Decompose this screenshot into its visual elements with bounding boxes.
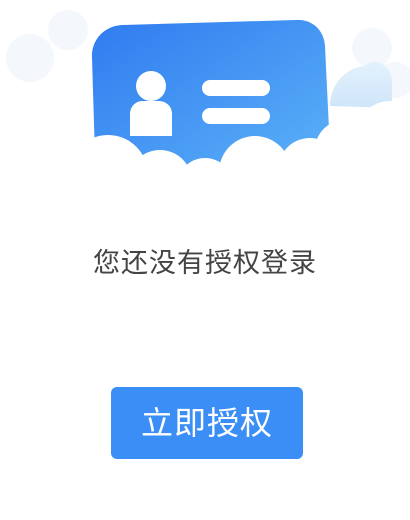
user-body-icon: [130, 101, 172, 136]
user-head-icon: [136, 71, 166, 101]
id-card-cloud-illustration: [0, 10, 410, 200]
not-authorized-message: 您还没有授权登录: [93, 248, 317, 279]
auth-prompt-page: 您还没有授权登录 立即授权: [0, 0, 410, 520]
card-line-2: [202, 108, 270, 124]
side-cloud: [330, 61, 392, 108]
authorize-now-button[interactable]: 立即授权: [111, 387, 303, 459]
card-line-1: [202, 80, 270, 96]
